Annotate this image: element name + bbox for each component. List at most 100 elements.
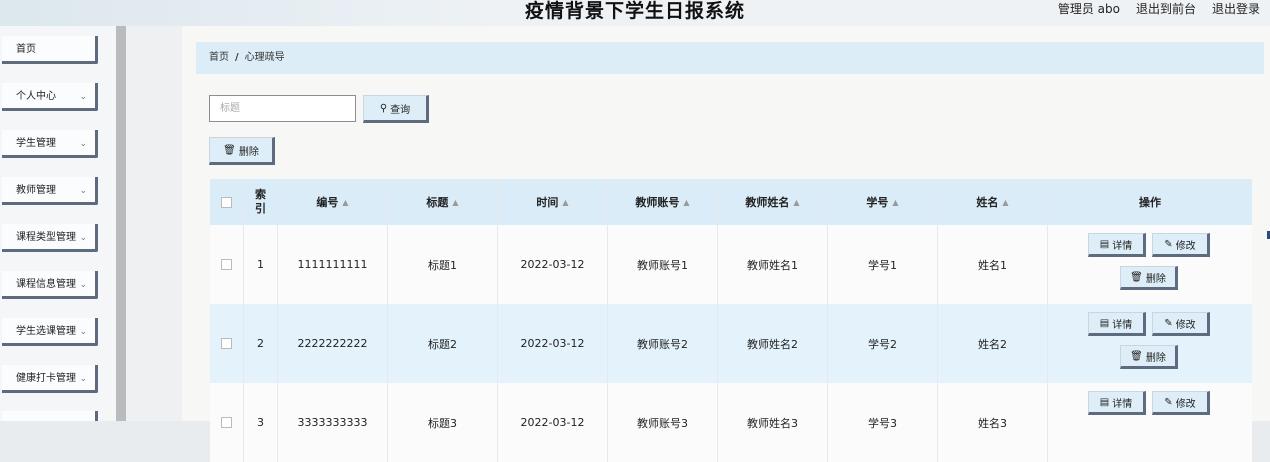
- cell-teacher-account: 教师账号1: [608, 225, 718, 304]
- cell-code: 3333333333: [278, 383, 388, 462]
- cell-index: 2: [244, 304, 278, 383]
- table-row: 2 2222222222 标题2 2022-03-12 教师账号2 教师姓名2 …: [210, 304, 1252, 383]
- sidebar-item-teachers[interactable]: 教师管理 ⌄: [2, 177, 98, 205]
- sidebar-item-label: 健康打卡管理: [16, 373, 76, 384]
- pencil-icon: ✎: [1164, 238, 1173, 250]
- search-button[interactable]: ⚲ 查询: [363, 95, 429, 123]
- cell-student-no: 学号3: [828, 383, 938, 462]
- cell-teacher-name: 教师姓名1: [718, 225, 828, 304]
- cell-index: 1: [244, 225, 278, 304]
- sidebar-item-label: 学生管理: [16, 138, 56, 149]
- chevron-down-icon: ⌄: [79, 233, 87, 243]
- col-teacher-name[interactable]: 教师姓名 ▲: [718, 179, 828, 225]
- sidebar-item-more[interactable]: [2, 411, 98, 421]
- document-icon: ▤: [1099, 317, 1110, 329]
- sort-icon: ▲: [793, 197, 800, 207]
- select-all-checkbox[interactable]: [210, 179, 244, 225]
- cell-name: 姓名3: [938, 383, 1048, 462]
- top-nav: 管理员 abo 退出到前台 退出登录: [1058, 0, 1260, 16]
- cell-code: 2222222222: [278, 304, 388, 383]
- chevron-down-icon: ⌄: [79, 92, 87, 102]
- search-button-label: 查询: [390, 104, 411, 116]
- sidebar-item-enrollment[interactable]: 学生选课管理 ⌄: [2, 318, 98, 346]
- sidebar-item-label: 教师管理: [16, 185, 56, 196]
- user-label: 管理员 abo: [1057, 2, 1120, 16]
- sidebar-item-home[interactable]: 首页: [2, 36, 98, 64]
- sidebar-item-label: 课程类型管理: [16, 232, 76, 243]
- top-bar: 疫情背景下学生日报系统 管理员 abo 退出到前台 退出登录: [0, 0, 1270, 26]
- cell-teacher-account: 教师账号3: [608, 383, 718, 462]
- col-student-no[interactable]: 学号 ▲: [828, 179, 938, 225]
- pencil-icon: ✎: [1164, 317, 1173, 329]
- row-checkbox[interactable]: [210, 225, 244, 304]
- edit-button[interactable]: ✎ 修改: [1152, 312, 1210, 336]
- row-delete-button[interactable]: 🗑 删除: [1120, 345, 1178, 369]
- cell-code: 1111111111: [278, 225, 388, 304]
- breadcrumb-current: 心理疏导: [244, 52, 285, 63]
- cell-time: 2022-03-12: [498, 225, 608, 304]
- detail-button[interactable]: ▤ 详情: [1088, 233, 1146, 257]
- row-delete-button[interactable]: 🗑 删除: [1120, 266, 1178, 290]
- col-title[interactable]: 标题 ▲: [388, 179, 498, 225]
- sidebar-item-label: 首页: [16, 44, 36, 55]
- logout-link[interactable]: 退出登录: [1212, 0, 1260, 16]
- search-input[interactable]: 标题: [209, 95, 356, 122]
- trash-icon: 🗑: [223, 144, 236, 156]
- cell-student-no: 学号1: [828, 225, 938, 304]
- cell-teacher-account: 教师账号2: [608, 304, 718, 383]
- table-row: 3 3333333333 标题3 2022-03-12 教师账号3 教师姓名3 …: [210, 383, 1252, 462]
- cell-index: 3: [244, 383, 278, 462]
- sidebar-item-course-info[interactable]: 课程信息管理 ⌄: [2, 271, 98, 299]
- sidebar-item-profile[interactable]: 个人中心 ⌄: [2, 83, 98, 111]
- sidebar-item-label: 学生选课管理: [16, 326, 76, 337]
- edit-button[interactable]: ✎ 修改: [1152, 391, 1210, 415]
- cell-teacher-name: 教师姓名2: [718, 304, 828, 383]
- breadcrumb-separator: /: [235, 52, 239, 63]
- sidebar-item-label: 个人中心: [16, 91, 56, 102]
- row-actions: ▤ 详情 ✎ 修改 🗑 删除: [1048, 225, 1252, 304]
- sort-icon: ▲: [562, 197, 569, 207]
- delete-button-label: 删除: [238, 146, 259, 158]
- sidebar-item-course-types[interactable]: 课程类型管理 ⌄: [2, 224, 98, 252]
- row-checkbox[interactable]: [210, 383, 244, 462]
- cell-time: 2022-03-12: [498, 383, 608, 462]
- document-icon: ▤: [1099, 238, 1110, 250]
- detail-button[interactable]: ▤ 详情: [1088, 312, 1146, 336]
- chevron-down-icon: ⌄: [79, 139, 87, 149]
- sidebar: 首页 个人中心 ⌄ 学生管理 ⌄ 教师管理 ⌄ 课程类型管理 ⌄ 课程信息管理 ⌄ 学生选…: [0, 26, 116, 421]
- cell-student-no: 学号2: [828, 304, 938, 383]
- breadcrumb-home[interactable]: 首页: [209, 52, 229, 63]
- document-icon: ▤: [1099, 396, 1110, 408]
- cell-title: 标题1: [388, 225, 498, 304]
- chevron-down-icon: ⌄: [79, 186, 87, 196]
- cell-title: 标题3: [388, 383, 498, 462]
- search-icon: ⚲: [379, 102, 388, 114]
- col-index: 索引: [244, 179, 278, 225]
- sidebar-scrollbar[interactable]: [116, 26, 126, 421]
- front-link[interactable]: 退出到前台: [1136, 0, 1196, 16]
- sort-icon: ▲: [892, 197, 899, 207]
- row-checkbox[interactable]: [210, 304, 244, 383]
- col-teacher-account[interactable]: 教师账号 ▲: [608, 179, 718, 225]
- chevron-down-icon: ⌄: [79, 374, 87, 384]
- sort-icon: ▲: [1002, 197, 1009, 207]
- col-name[interactable]: 姓名 ▲: [938, 179, 1048, 225]
- col-code[interactable]: 编号 ▲: [278, 179, 388, 225]
- detail-button[interactable]: ▤ 详情: [1088, 391, 1146, 415]
- sort-icon: ▲: [342, 197, 349, 207]
- breadcrumb: 首页 / 心理疏导: [196, 42, 1264, 74]
- chevron-down-icon: ⌄: [79, 327, 87, 337]
- sort-icon: ▲: [452, 197, 459, 207]
- sidebar-item-students[interactable]: 学生管理 ⌄: [2, 130, 98, 158]
- edit-button[interactable]: ✎ 修改: [1152, 233, 1210, 257]
- cell-name: 姓名1: [938, 225, 1048, 304]
- pencil-icon: ✎: [1164, 396, 1173, 408]
- chevron-down-icon: ⌄: [79, 280, 87, 290]
- delete-button[interactable]: 🗑 删除: [209, 137, 275, 165]
- sort-icon: ▲: [683, 197, 690, 207]
- sidebar-item-health[interactable]: 健康打卡管理 ⌄: [2, 365, 98, 393]
- row-actions: ▤ 详情 ✎ 修改 🗑 删除: [1048, 304, 1252, 383]
- trash-icon: 🗑: [1130, 271, 1143, 283]
- col-time[interactable]: 时间 ▲: [498, 179, 608, 225]
- cell-time: 2022-03-12: [498, 304, 608, 383]
